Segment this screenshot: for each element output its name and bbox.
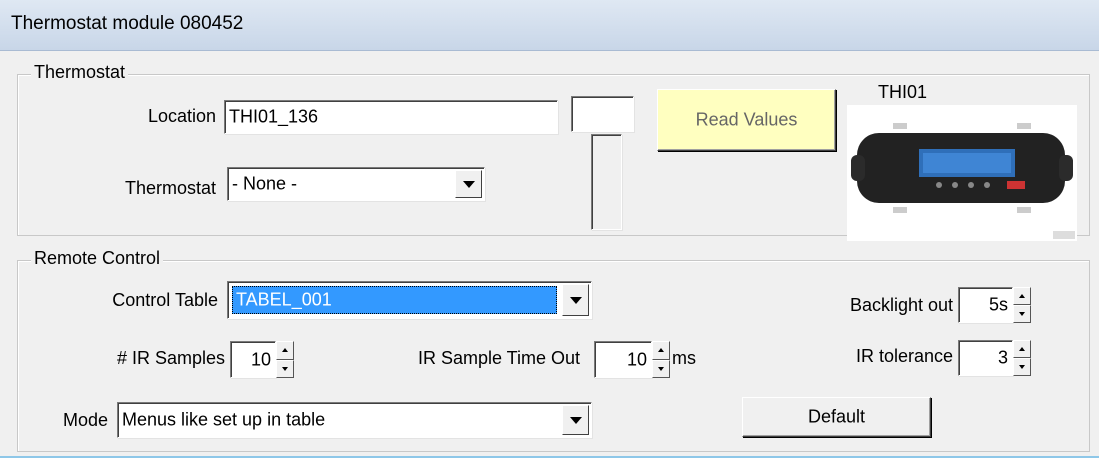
chevron-down-icon[interactable]	[455, 170, 482, 198]
read-values-label: Read Values	[695, 109, 798, 130]
ir-samples-input[interactable]: 10	[230, 341, 276, 378]
ir-samples-label: # IR Samples	[116, 348, 225, 368]
increment-icon[interactable]	[1013, 340, 1031, 358]
increment-icon[interactable]	[276, 341, 294, 360]
read-values-button[interactable]: Read Values	[657, 89, 836, 151]
ir-samples-stepper[interactable]	[276, 341, 294, 378]
thermostat-label: Thermostat	[124, 178, 216, 198]
ir-tolerance-label: IR tolerance	[855, 346, 953, 366]
control-table-highlight: TABEL_001	[232, 286, 557, 314]
backlight-input[interactable]: 5s	[958, 287, 1013, 323]
location-input[interactable]: THI01_136	[224, 100, 558, 134]
decrement-icon[interactable]	[276, 359, 294, 378]
ir-timeout-unit: ms	[672, 348, 696, 368]
backlight-stepper[interactable]	[1013, 287, 1031, 323]
thermostat-selected: - None -	[232, 173, 298, 194]
control-table-label: Control Table	[112, 290, 218, 310]
control-table-select[interactable]: TABEL_001	[227, 281, 592, 319]
backlight-label: Backlight out	[849, 295, 953, 315]
control-table-selected: TABEL_001	[236, 289, 332, 310]
ir-tolerance-input[interactable]: 3	[958, 340, 1013, 376]
increment-icon[interactable]	[1013, 287, 1031, 305]
backlight-value: 5s	[988, 294, 1008, 315]
decrement-icon[interactable]	[652, 359, 670, 378]
device-label: THI01	[878, 82, 928, 102]
ir-timeout-label: IR Sample Time Out	[417, 348, 580, 368]
mode-select[interactable]: Menus like set up in table	[117, 402, 592, 438]
level-indicator	[591, 134, 622, 230]
thermostat-group-legend: Thermostat	[31, 62, 129, 82]
thermostat-select[interactable]: - None -	[227, 167, 485, 201]
ir-timeout-stepper[interactable]	[652, 341, 670, 378]
chevron-down-icon[interactable]	[562, 284, 589, 316]
window-titlebar: Thermostat module 080452	[0, 0, 1099, 51]
ir-tolerance-stepper[interactable]	[1013, 340, 1031, 376]
location-label: Location	[147, 106, 216, 126]
status-box	[571, 96, 634, 132]
ir-samples-value: 10	[250, 349, 271, 369]
ir-timeout-input[interactable]: 10	[594, 341, 652, 378]
chevron-down-icon[interactable]	[562, 405, 589, 435]
location-value: THI01_136	[229, 106, 319, 127]
decrement-icon[interactable]	[1013, 305, 1031, 323]
increment-icon[interactable]	[652, 341, 670, 360]
mode-selected: Menus like set up in table	[122, 409, 326, 430]
default-label: Default	[807, 406, 866, 427]
decrement-icon[interactable]	[1013, 358, 1031, 376]
window-title: Thermostat module 080452	[11, 13, 244, 34]
default-button[interactable]: Default	[742, 397, 931, 437]
ir-tolerance-value: 3	[997, 347, 1008, 368]
remote-control-legend: Remote Control	[31, 248, 164, 268]
ir-timeout-value: 10	[626, 349, 647, 369]
mode-label: Mode	[62, 410, 108, 430]
thermostat-device-image	[847, 105, 1077, 241]
